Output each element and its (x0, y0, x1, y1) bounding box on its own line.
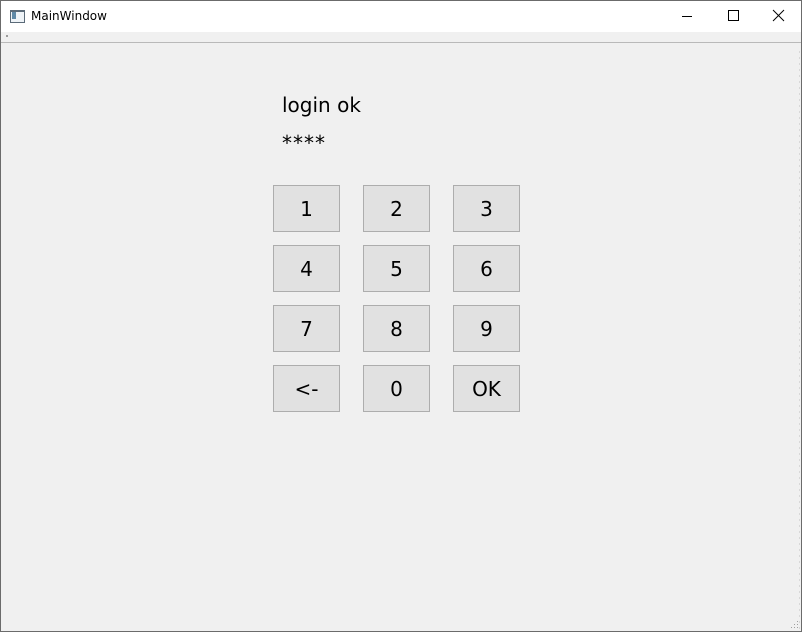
menu-grip (6, 35, 8, 37)
central-widget: login ok **** 1 2 3 4 5 6 7 8 9 <- 0 OK (1, 43, 801, 631)
keypad-button-7[interactable]: 7 (273, 305, 340, 352)
maximize-button[interactable] (710, 1, 756, 32)
window-title: MainWindow (31, 9, 107, 23)
title-bar[interactable]: MainWindow (1, 1, 801, 32)
keypad-button-6[interactable]: 6 (453, 245, 520, 292)
keypad-button-1[interactable]: 1 (273, 185, 340, 232)
keypad-button-0[interactable]: 0 (363, 365, 430, 412)
minimize-button[interactable] (664, 1, 710, 32)
window-edge (799, 51, 800, 631)
maximize-icon (728, 10, 739, 21)
close-button[interactable] (755, 1, 801, 32)
app-window-icon (10, 10, 25, 23)
size-grip-icon[interactable] (789, 619, 799, 629)
close-icon (772, 9, 785, 22)
pin-display: **** (282, 131, 326, 155)
keypad-button-4[interactable]: 4 (273, 245, 340, 292)
keypad-button-9[interactable]: 9 (453, 305, 520, 352)
backspace-button[interactable]: <- (273, 365, 340, 412)
keypad-button-5[interactable]: 5 (363, 245, 430, 292)
keypad-button-3[interactable]: 3 (453, 185, 520, 232)
keypad-button-2[interactable]: 2 (363, 185, 430, 232)
menu-bar (1, 32, 801, 42)
minimize-icon (682, 16, 692, 17)
login-status-label: login ok (282, 93, 361, 117)
ok-button[interactable]: OK (453, 365, 520, 412)
keypad-button-8[interactable]: 8 (363, 305, 430, 352)
main-window: MainWindow login ok **** 1 2 3 4 5 6 7 8… (0, 0, 802, 632)
